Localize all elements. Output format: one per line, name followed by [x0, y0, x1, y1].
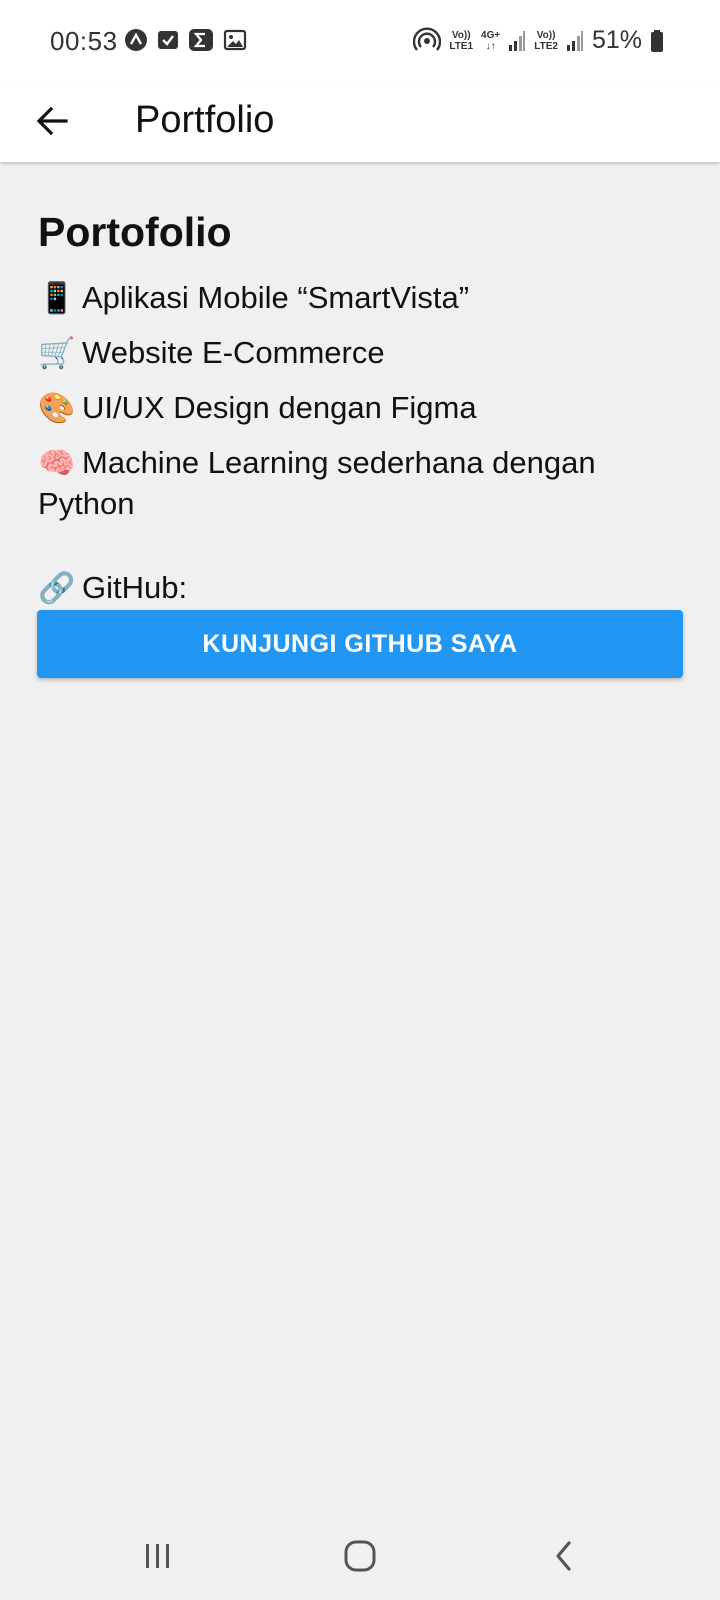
status-bar: 00:53 Vo)) LTE1 4G+ ↓↑ Vo)) LTE2 51% [0, 0, 720, 82]
visit-github-button[interactable]: KUNJUNGI GITHUB SAYA [37, 610, 683, 678]
sim2-indicator: Vo)) LTE2 [534, 30, 558, 52]
app-title: Portfolio [135, 99, 275, 141]
sim2-top: Vo)) [536, 29, 556, 41]
home-icon [344, 1540, 376, 1572]
link-icon: 🔗 [38, 572, 76, 605]
hotspot-icon [413, 27, 442, 51]
brain-icon: 🧠 [38, 447, 76, 480]
checkbox-icon [158, 31, 178, 49]
network-bottom: ↓↑ [485, 40, 496, 52]
recent-apps-button[interactable] [134, 1532, 182, 1580]
phone-icon: 📱 [38, 282, 76, 315]
sim2-bottom: LTE2 [534, 40, 558, 52]
portfolio-item-label: UI/UX Design dengan Figma [82, 390, 477, 425]
battery-percent: 51% [591, 26, 642, 54]
page-heading: Portofolio [38, 209, 232, 255]
network-indicator: 4G+ ↓↑ [481, 30, 500, 52]
status-time: 00:53 [50, 26, 118, 56]
system-back-button[interactable] [540, 1532, 588, 1580]
github-label-text: GitHub: [82, 570, 188, 605]
back-button[interactable] [28, 96, 78, 146]
sim1-bottom: LTE1 [449, 40, 474, 52]
portfolio-item: 🛒 Website E-Commerce [38, 333, 684, 374]
image-icon [223, 29, 247, 51]
portfolio-item: 🧠 Machine Learning sederhana dengan Pytho… [38, 443, 684, 524]
back-icon [556, 1541, 571, 1571]
status-right: Vo)) LTE1 4G+ ↓↑ Vo)) LTE2 51% [413, 26, 664, 55]
content: Portofolio 📱 Aplikasi Mobile “SmartVista”… [38, 204, 684, 609]
sim1-indicator: Vo)) LTE1 [449, 30, 473, 52]
shopping-cart-icon: 🛒 [38, 337, 76, 370]
app-bar: Portfolio [0, 82, 720, 162]
recent-apps-icon [146, 1544, 169, 1568]
portfolio-item: 📱 Aplikasi Mobile “SmartVista” [38, 278, 684, 319]
portfolio-item-label: Aplikasi Mobile “SmartVista” [82, 280, 470, 315]
palette-icon: 🎨 [38, 392, 76, 425]
sigma-icon [189, 29, 213, 51]
signal-icon [509, 30, 526, 51]
home-button[interactable] [336, 1532, 384, 1580]
system-nav-bar [0, 1510, 720, 1600]
sim1-top: Vo)) [451, 29, 471, 41]
portfolio-item: 🎨 UI/UX Design dengan Figma [38, 388, 684, 429]
signal-icon [566, 30, 583, 51]
github-label: 🔗 GitHub: [38, 568, 684, 609]
network-top: 4G+ [481, 29, 501, 41]
battery-icon [651, 29, 663, 52]
portfolio-item-label: Machine Learning sederhana dengan Python [38, 445, 596, 521]
portfolio-item-label: Website E-Commerce [82, 335, 385, 370]
notification-a-icon [125, 29, 147, 51]
status-left-icons [124, 28, 247, 52]
arrow-left-icon [36, 106, 68, 136]
